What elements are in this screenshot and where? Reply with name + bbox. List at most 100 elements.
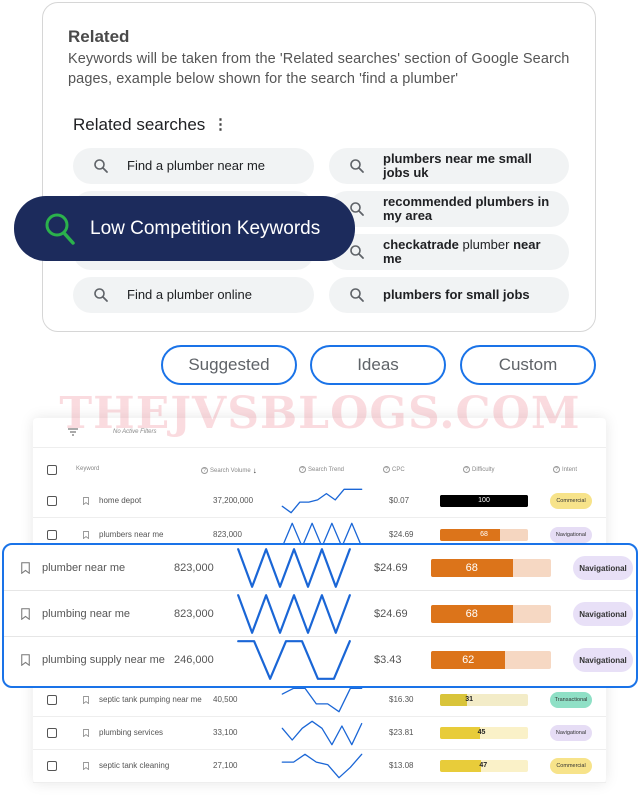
related-searches-heading: Related searches [73, 115, 206, 134]
table-row[interactable]: home depot 37,200,000 $0.07 100 Commercial [33, 484, 606, 518]
header-difficulty[interactable]: ? Difficulty [463, 466, 495, 473]
bookmark-icon[interactable] [83, 696, 89, 704]
related-description: Keywords will be taken from the 'Related… [68, 51, 570, 87]
search-trend-sparkline [281, 753, 363, 779]
search-icon [350, 288, 364, 302]
tab-custom[interactable]: Custom [460, 345, 596, 385]
table-row[interactable]: septic tank pumping near me 40,500 $16.30 3… [33, 683, 606, 717]
cpc: $24.69 [374, 608, 408, 620]
bookmark-icon[interactable] [21, 654, 30, 666]
header-intent[interactable]: ? Intent [553, 466, 577, 473]
keyword[interactable]: home depot [99, 496, 141, 505]
keyword[interactable]: septic tank cleaning [99, 761, 169, 770]
difficulty-bar: 47 [440, 760, 528, 772]
header-keyword[interactable]: Keyword [76, 466, 99, 472]
cpc: $3.43 [374, 654, 402, 666]
search-volume: 823,000 [174, 608, 214, 620]
select-all-checkbox[interactable] [47, 465, 57, 475]
cpc: $23.81 [389, 728, 414, 737]
keyword[interactable]: plumbers near me [99, 530, 163, 539]
intent-badge: Commercial [550, 493, 592, 509]
row-checkbox[interactable] [47, 530, 57, 540]
help-icon: ? [201, 467, 208, 474]
table-header: Keyword ? Search Volume ↓ ? Search Trend ? C… [33, 458, 606, 482]
row-checkbox[interactable] [47, 761, 57, 771]
badge-label: Low Competition Keywords [90, 217, 321, 239]
difficulty-bar: 68 [431, 605, 551, 623]
more-vert-icon[interactable]: ⋮ [213, 115, 228, 133]
search-trend-sparkline [237, 548, 351, 588]
bookmark-icon[interactable] [21, 608, 30, 620]
bookmark-icon[interactable] [83, 729, 89, 737]
search-trend-sparkline [281, 687, 363, 713]
header-trend[interactable]: ? Search Trend [299, 466, 344, 473]
search-volume: 37,200,000 [213, 496, 254, 505]
trend-line [281, 488, 363, 514]
keyword[interactable]: septic tank pumping near me [99, 695, 202, 704]
difficulty-value: 68 [465, 562, 478, 574]
table-row[interactable]: plumbing services 33,100 $23.81 45 Navigatio… [33, 716, 606, 750]
difficulty-value: 68 [465, 608, 478, 620]
header-cpc[interactable]: ? CPC [383, 466, 405, 473]
difficulty-value: 31 [465, 696, 474, 703]
search-trend-sparkline [237, 640, 351, 680]
search-trend-sparkline [281, 488, 363, 514]
highlighted-row[interactable]: plumbing near me 823,000 $24.69 68 Navigatio… [4, 591, 636, 637]
trend-line [281, 753, 363, 779]
keyword[interactable]: plumbing near me [42, 608, 130, 620]
intent-badge: Navigational [573, 556, 633, 580]
keyword[interactable]: plumbing supply near me [42, 654, 165, 666]
search-volume: 823,000 [174, 562, 214, 574]
intent-badge: Transactional [550, 692, 592, 708]
search-volume: 40,500 [213, 695, 238, 704]
related-search-pill[interactable]: Find a plumber online [73, 277, 314, 313]
filter-status: No Active Filters [113, 429, 157, 435]
search-trend-sparkline [237, 594, 351, 634]
table-row[interactable]: septic tank cleaning 27,100 $13.08 47 Commer… [33, 749, 606, 783]
difficulty-bar: 100 [440, 495, 528, 507]
trend-line [237, 594, 351, 634]
related-search-text: plumbers near me small jobs uk [383, 151, 532, 180]
related-search-pill[interactable]: recommended plumbers in my area [329, 191, 569, 227]
search-icon [45, 213, 75, 245]
cpc: $24.69 [389, 530, 414, 539]
tab-ideas[interactable]: Ideas [310, 345, 446, 385]
highlighted-row[interactable]: plumbing supply near me 246,000 $3.43 62 Nav… [4, 637, 636, 683]
keyword[interactable]: plumbing services [99, 728, 163, 737]
help-icon: ? [383, 466, 390, 473]
search-volume: 27,100 [213, 761, 238, 770]
bookmark-icon[interactable] [83, 497, 89, 505]
cpc: $0.07 [389, 496, 410, 505]
tab-suggested[interactable]: Suggested [161, 345, 297, 385]
cpc: $24.69 [374, 562, 408, 574]
bookmark-icon[interactable] [83, 531, 89, 539]
related-search-text: recommended plumbers in my area [383, 194, 550, 223]
search-icon [350, 245, 364, 259]
highlighted-row[interactable]: plumber near me 823,000 $24.69 68 Navigation… [4, 545, 636, 591]
filter-icon[interactable] [68, 428, 78, 436]
difficulty-bar: 31 [440, 694, 528, 706]
row-checkbox[interactable] [47, 728, 57, 738]
difficulty-value: 47 [479, 762, 488, 769]
difficulty-value: 45 [477, 729, 486, 736]
header-volume[interactable]: ? Search Volume ↓ [201, 466, 257, 475]
trend-line [281, 687, 363, 713]
difficulty-bar: 45 [440, 727, 528, 739]
search-icon [94, 288, 108, 302]
highlighted-keywords: plumber near me 823,000 $24.69 68 Navigation… [2, 543, 638, 688]
bookmark-icon[interactable] [21, 562, 30, 574]
search-volume: 33,100 [213, 728, 238, 737]
related-search-text: plumbers for small jobs [383, 287, 530, 302]
related-search-pill[interactable]: checkatrade plumber near me [329, 234, 569, 270]
row-checkbox[interactable] [47, 496, 57, 506]
intent-badge: Navigational [550, 725, 592, 741]
trend-line [281, 720, 363, 746]
difficulty-value: 68 [480, 531, 488, 538]
related-search-pill[interactable]: plumbers for small jobs [329, 277, 569, 313]
related-search-pill[interactable]: Find a plumber near me [73, 148, 314, 184]
related-search-pill[interactable]: plumbers near me small jobs uk [329, 148, 569, 184]
difficulty-value: 100 [478, 497, 490, 504]
keyword[interactable]: plumber near me [42, 562, 125, 574]
bookmark-icon[interactable] [83, 762, 89, 770]
row-checkbox[interactable] [47, 695, 57, 705]
